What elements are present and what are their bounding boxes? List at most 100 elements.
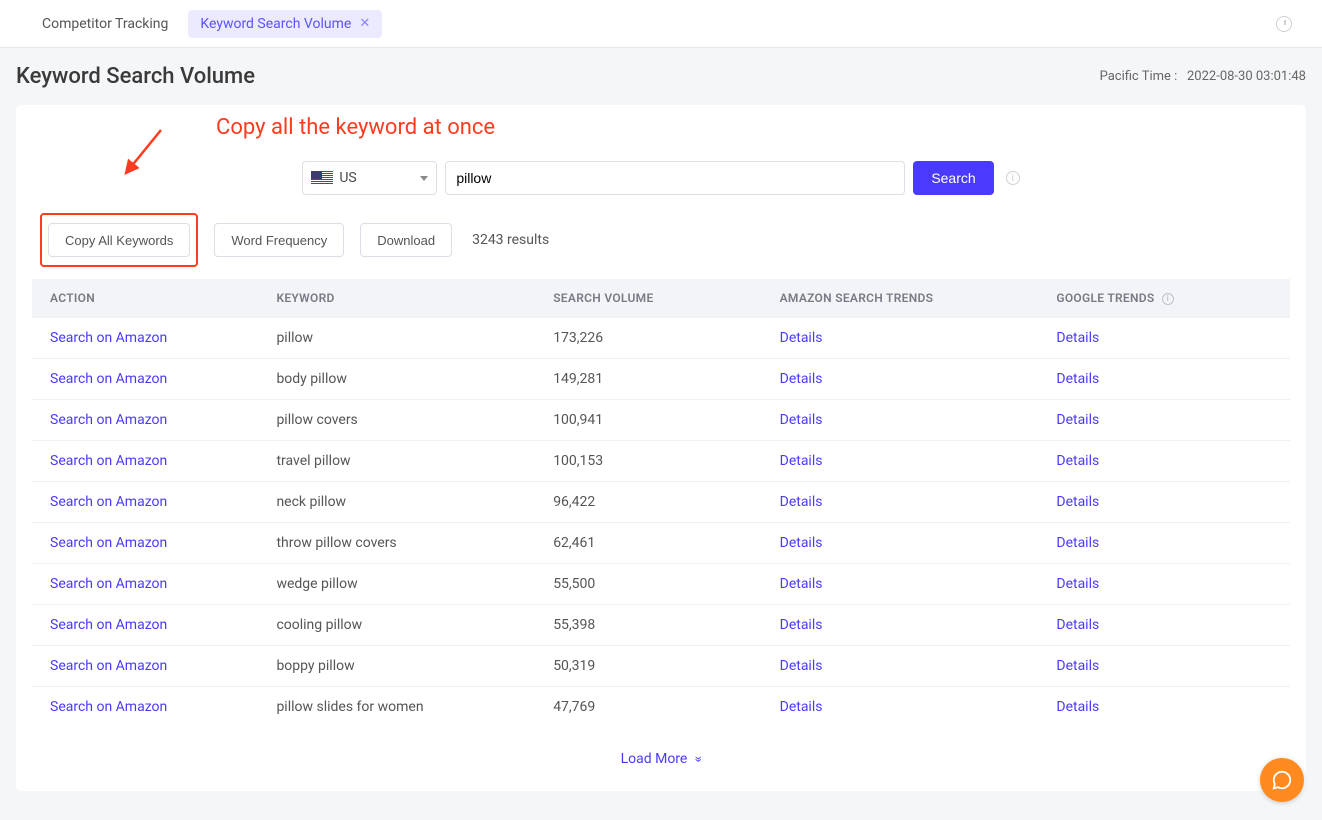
table-row: Search on Amazon cooling pillow55,398 Deta… xyxy=(32,605,1290,646)
flag-us-icon xyxy=(311,171,333,185)
keyword-search-input[interactable] xyxy=(445,161,905,195)
timestamp-value: 2022-08-30 03:01:48 xyxy=(1187,69,1306,84)
keyword-table: ACTION KEYWORD SEARCH VOLUME AMAZON SEAR… xyxy=(32,279,1290,727)
keyword-cell: body pillow xyxy=(258,359,535,400)
table-row: Search on Amazon pillow slides for women4… xyxy=(32,687,1290,728)
table-row: Search on Amazon pillow173,226 Details Deta… xyxy=(32,318,1290,359)
chevrons-down-icon: » xyxy=(690,756,706,763)
region-select[interactable]: US xyxy=(302,161,437,195)
amazon-trends-details-link[interactable]: Details xyxy=(780,576,823,592)
amazon-trends-details-link[interactable]: Details xyxy=(780,535,823,551)
search-on-amazon-link[interactable]: Search on Amazon xyxy=(50,412,167,428)
annotation-text: Copy all the keyword at once xyxy=(216,115,495,140)
volume-cell: 55,398 xyxy=(535,605,761,646)
keyword-cell: travel pillow xyxy=(258,441,535,482)
google-trends-details-link[interactable]: Details xyxy=(1056,494,1099,510)
results-count: 3243 results xyxy=(472,232,549,248)
search-on-amazon-link[interactable]: Search on Amazon xyxy=(50,535,167,551)
page-header: Keyword Search Volume Pacific Time : 202… xyxy=(0,48,1322,105)
keyword-cell: cooling pillow xyxy=(258,605,535,646)
amazon-trends-details-link[interactable]: Details xyxy=(780,412,823,428)
search-on-amazon-link[interactable]: Search on Amazon xyxy=(50,371,167,387)
table-row: Search on Amazon throw pillow covers62,46… xyxy=(32,523,1290,564)
tab-label: Keyword Search Volume xyxy=(200,16,351,32)
amazon-trends-details-link[interactable]: Details xyxy=(780,658,823,674)
amazon-trends-details-link[interactable]: Details xyxy=(780,330,823,346)
google-trends-details-link[interactable]: Details xyxy=(1056,330,1099,346)
table-wrap: ACTION KEYWORD SEARCH VOLUME AMAZON SEAR… xyxy=(16,267,1306,767)
table-row: Search on Amazon travel pillow100,153 Deta… xyxy=(32,441,1290,482)
region-label: US xyxy=(339,170,356,186)
table-row: Search on Amazon neck pillow96,422 Details… xyxy=(32,482,1290,523)
copy-all-keywords-button[interactable]: Copy All Keywords xyxy=(48,223,190,257)
search-on-amazon-link[interactable]: Search on Amazon xyxy=(50,494,167,510)
col-google-trends-label: GOOGLE TRENDS xyxy=(1056,291,1154,305)
keyword-cell: pillow covers xyxy=(258,400,535,441)
search-on-amazon-link[interactable]: Search on Amazon xyxy=(50,699,167,715)
search-on-amazon-link[interactable]: Search on Amazon xyxy=(50,576,167,592)
timestamp-label: Pacific Time : xyxy=(1100,69,1178,84)
table-row: Search on Amazon boppy pillow50,319 Detail… xyxy=(32,646,1290,687)
keyword-cell: wedge pillow xyxy=(258,564,535,605)
main-card: Copy all the keyword at once US Search i… xyxy=(16,105,1306,791)
keyword-cell: throw pillow covers xyxy=(258,523,535,564)
google-trends-details-link[interactable]: Details xyxy=(1056,658,1099,674)
amazon-trends-details-link[interactable]: Details xyxy=(780,699,823,715)
word-frequency-button[interactable]: Word Frequency xyxy=(214,223,344,257)
col-google-trends: GOOGLE TRENDS i xyxy=(1038,279,1290,318)
top-tabs: Competitor Tracking Keyword Search Volum… xyxy=(0,0,1322,48)
chat-widget-button[interactable] xyxy=(1260,758,1304,802)
table-row: Search on Amazon wedge pillow55,500 Detail… xyxy=(32,564,1290,605)
google-trends-details-link[interactable]: Details xyxy=(1056,699,1099,715)
tab-competitor-tracking[interactable]: Competitor Tracking xyxy=(30,10,180,38)
google-trends-details-link[interactable]: Details xyxy=(1056,412,1099,428)
col-amazon-trends: AMAZON SEARCH TRENDS xyxy=(762,279,1039,318)
volume-cell: 55,500 xyxy=(535,564,761,605)
google-trends-details-link[interactable]: Details xyxy=(1056,535,1099,551)
google-trends-details-link[interactable]: Details xyxy=(1056,617,1099,633)
annotation-highlight: Copy All Keywords xyxy=(40,213,198,267)
tab-keyword-search-volume[interactable]: Keyword Search Volume ✕ xyxy=(188,10,382,38)
page-title: Keyword Search Volume xyxy=(16,64,255,89)
amazon-trends-details-link[interactable]: Details xyxy=(780,371,823,387)
chat-icon xyxy=(1271,769,1293,791)
google-trends-details-link[interactable]: Details xyxy=(1056,576,1099,592)
col-keyword: KEYWORD xyxy=(258,279,535,318)
timestamp: Pacific Time : 2022-08-30 03:01:48 xyxy=(1100,69,1306,84)
search-on-amazon-link[interactable]: Search on Amazon xyxy=(50,453,167,469)
close-icon[interactable]: ✕ xyxy=(359,16,370,31)
volume-cell: 100,153 xyxy=(535,441,761,482)
load-more-label: Load More xyxy=(621,751,688,767)
col-action: ACTION xyxy=(32,279,258,318)
search-on-amazon-link[interactable]: Search on Amazon xyxy=(50,658,167,674)
chevron-down-icon xyxy=(420,176,428,181)
clock-icon[interactable] xyxy=(1276,16,1292,32)
volume-cell: 173,226 xyxy=(535,318,761,359)
amazon-trends-details-link[interactable]: Details xyxy=(780,453,823,469)
keyword-cell: neck pillow xyxy=(258,482,535,523)
search-on-amazon-link[interactable]: Search on Amazon xyxy=(50,617,167,633)
search-on-amazon-link[interactable]: Search on Amazon xyxy=(50,330,167,346)
keyword-cell: pillow slides for women xyxy=(258,687,535,728)
volume-cell: 62,461 xyxy=(535,523,761,564)
keyword-cell: pillow xyxy=(258,318,535,359)
volume-cell: 100,941 xyxy=(535,400,761,441)
volume-cell: 50,319 xyxy=(535,646,761,687)
load-more-button[interactable]: Load More » xyxy=(32,727,1290,767)
amazon-trends-details-link[interactable]: Details xyxy=(780,617,823,633)
google-trends-details-link[interactable]: Details xyxy=(1056,453,1099,469)
info-icon[interactable]: i xyxy=(1162,293,1174,305)
volume-cell: 47,769 xyxy=(535,687,761,728)
amazon-trends-details-link[interactable]: Details xyxy=(780,494,823,510)
volume-cell: 96,422 xyxy=(535,482,761,523)
table-row: Search on Amazon pillow covers100,941 Deta… xyxy=(32,400,1290,441)
keyword-cell: boppy pillow xyxy=(258,646,535,687)
info-icon[interactable]: i xyxy=(1006,171,1020,185)
search-row: US Search i xyxy=(16,161,1306,195)
table-row: Search on Amazon body pillow149,281 Detail… xyxy=(32,359,1290,400)
volume-cell: 149,281 xyxy=(535,359,761,400)
search-button[interactable]: Search xyxy=(913,161,993,195)
download-button[interactable]: Download xyxy=(360,223,452,257)
toolbar: Copy All Keywords Word Frequency Downloa… xyxy=(16,195,1306,267)
google-trends-details-link[interactable]: Details xyxy=(1056,371,1099,387)
